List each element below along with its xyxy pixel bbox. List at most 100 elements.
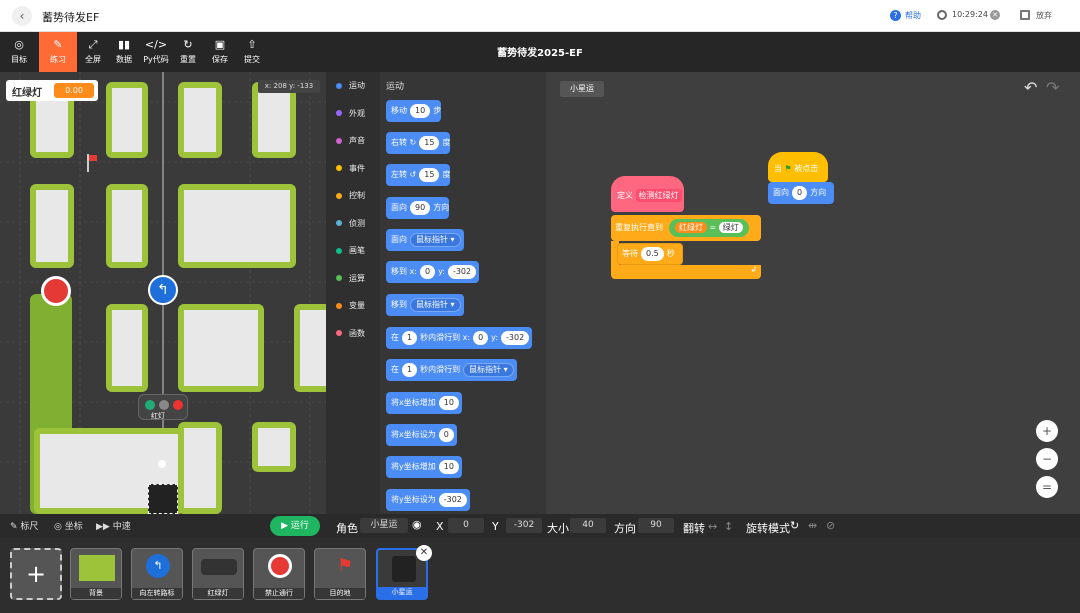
category-item[interactable]: 函数	[336, 328, 365, 342]
no-entry-sign[interactable]	[41, 276, 71, 306]
building	[178, 422, 222, 514]
direction-field[interactable]: 90	[638, 518, 674, 533]
coord-toggle[interactable]: ◎ 坐标	[54, 519, 83, 532]
point-direction-block[interactable]: 面向 0 方向	[768, 182, 834, 204]
category-dot-icon	[336, 275, 342, 281]
category-label: 外观	[349, 108, 365, 118]
category-item[interactable]: 控制	[336, 190, 365, 204]
x-label: X	[436, 520, 444, 533]
category-label: 运算	[349, 273, 365, 283]
fast-forward-icon: ▶▶	[96, 522, 110, 532]
category-item[interactable]: 外观	[336, 108, 365, 122]
flag-destination[interactable]	[84, 154, 97, 174]
category-item[interactable]: 画笔	[336, 245, 365, 259]
palette-heading: 运动	[386, 82, 405, 92]
block-change-x[interactable]: 将x坐标增加 10	[386, 392, 462, 414]
traffic-light[interactable]: 红灯	[138, 394, 188, 420]
wait-block[interactable]: 等待 0.5 秒	[617, 243, 683, 265]
tab-practice[interactable]: ✎ 练习	[39, 32, 77, 72]
block-set-y[interactable]: 将y坐标设为 -302	[386, 489, 470, 511]
stage[interactable]: ↰ 红灯	[0, 72, 326, 514]
ruler-icon: ✎	[10, 522, 18, 532]
category-item[interactable]: 运动	[336, 80, 365, 94]
tab-submit[interactable]: ⇧ 提交	[233, 32, 271, 72]
category-item[interactable]: 运算	[336, 273, 365, 287]
block-glide-xy[interactable]: 在 1 秒内滑行到 x: 0 y: -302	[386, 327, 533, 349]
y-field[interactable]: -302	[506, 518, 542, 533]
delete-sprite-icon[interactable]: ✕	[416, 545, 432, 561]
repeat-until-block[interactable]: 重复执行直到 红绿灯 = 绿灯	[611, 215, 761, 241]
no-rotate-icon[interactable]: ⊘	[826, 519, 835, 532]
zoom-in-icon[interactable]: +	[1036, 420, 1058, 442]
block-glide[interactable]: 在 1 秒内滑行到 鼠标指针 ▾	[386, 359, 517, 381]
block-set-x[interactable]: 将x坐标设为 0	[386, 424, 457, 446]
category-dot-icon	[336, 192, 342, 199]
block-turn-right[interactable]: 右转 ↻ 15 度	[386, 132, 451, 154]
rotation-handle[interactable]	[158, 460, 166, 468]
category-item[interactable]: 事件	[336, 163, 365, 177]
block-point-direction[interactable]: 面向 90 方向	[386, 197, 450, 219]
category-item[interactable]: 侦测	[336, 218, 365, 232]
help-icon[interactable]: ?	[890, 10, 901, 21]
redo-icon[interactable]: ↷	[1046, 78, 1059, 97]
quit-link[interactable]: 放弃	[1036, 10, 1052, 21]
clock-icon	[937, 10, 947, 20]
tab-goal[interactable]: ◎ 目标	[0, 32, 38, 72]
rotate-ccw-icon: ↺	[409, 170, 417, 179]
when-flag-clicked-block[interactable]: 当 ⚑ 被点击	[768, 152, 828, 182]
sprite-card-no-entry[interactable]: 禁止通行	[253, 548, 305, 600]
equals-operator[interactable]: 红绿灯 = 绿灯	[669, 218, 749, 237]
speed-toggle[interactable]: ▶▶ 中速	[96, 519, 131, 532]
undo-icon[interactable]: ↶	[1024, 78, 1037, 97]
timer-toggle-icon[interactable]: ✕	[990, 10, 1000, 20]
building	[252, 82, 296, 158]
flip-horizontal-icon[interactable]: ↔	[708, 520, 717, 533]
run-button[interactable]: ▶ 运行	[270, 516, 320, 536]
sprite-card-background[interactable]: 背景	[70, 548, 122, 600]
add-sprite-button[interactable]: +	[10, 548, 62, 600]
direction-label: 方向	[614, 522, 636, 535]
help-link[interactable]: 帮助	[905, 10, 921, 21]
building	[106, 184, 148, 268]
x-field[interactable]: 0	[448, 518, 484, 533]
project-title: 蓄势待发2025-EF	[497, 48, 583, 59]
block-change-y[interactable]: 将y坐标增加 10	[386, 456, 462, 478]
quit-icon[interactable]	[1020, 10, 1030, 20]
define-block[interactable]: 定义 检测红绿灯	[611, 176, 684, 212]
block-point-towards[interactable]: 面向 鼠标指针 ▾	[386, 229, 464, 251]
no-entry-thumb	[268, 554, 292, 578]
rotate-all-icon[interactable]: ↻	[790, 519, 799, 532]
role-name-field[interactable]: 小星运	[360, 518, 408, 533]
zoom-out-icon[interactable]: −	[1036, 448, 1058, 470]
block-move[interactable]: 移动 10 步	[386, 100, 442, 122]
sprite-card-destination[interactable]: ⚑ 目的地	[314, 548, 366, 600]
category-item[interactable]: 变量	[336, 300, 365, 314]
category-item[interactable]: 声音	[336, 135, 365, 149]
role-label: 角色	[336, 522, 358, 535]
block-turn-left[interactable]: 左转 ↺ 15 度	[386, 164, 451, 186]
category-label: 事件	[349, 163, 365, 173]
sprite-robot[interactable]	[148, 484, 178, 514]
turn-left-thumb: ↰	[146, 554, 170, 578]
category-dot-icon	[336, 82, 342, 89]
visibility-eye-icon[interactable]: ◉	[412, 518, 422, 531]
building	[178, 82, 222, 158]
variable-monitor: 红绿灯 0.00	[6, 80, 98, 101]
sprite-tab[interactable]: 小星运	[560, 81, 604, 97]
block-goto[interactable]: 移到 鼠标指针 ▾	[386, 294, 464, 316]
sprite-card-turn-left-sign[interactable]: ↰ 向左转路标	[131, 548, 183, 600]
script-area[interactable]	[546, 72, 1080, 514]
zoom-reset-icon[interactable]: =	[1036, 476, 1058, 498]
back-button[interactable]: ‹	[12, 6, 32, 26]
ruler-toggle[interactable]: ✎ 标尺	[10, 519, 38, 532]
building	[294, 304, 326, 392]
flip-vertical-icon[interactable]: ↕	[724, 520, 733, 533]
turn-left-sign[interactable]: ↰	[148, 275, 178, 305]
sprite-card-traffic-light[interactable]: 红绿灯	[192, 548, 244, 600]
block-goto-xy[interactable]: 移到 x: 0 y: -302	[386, 261, 480, 283]
category-label: 运动	[349, 81, 365, 90]
target-icon: ◎	[14, 38, 24, 51]
traffic-light-label: 红灯	[151, 412, 165, 420]
rotate-lr-icon[interactable]: ⇹	[808, 519, 817, 532]
size-field[interactable]: 40	[570, 518, 606, 533]
